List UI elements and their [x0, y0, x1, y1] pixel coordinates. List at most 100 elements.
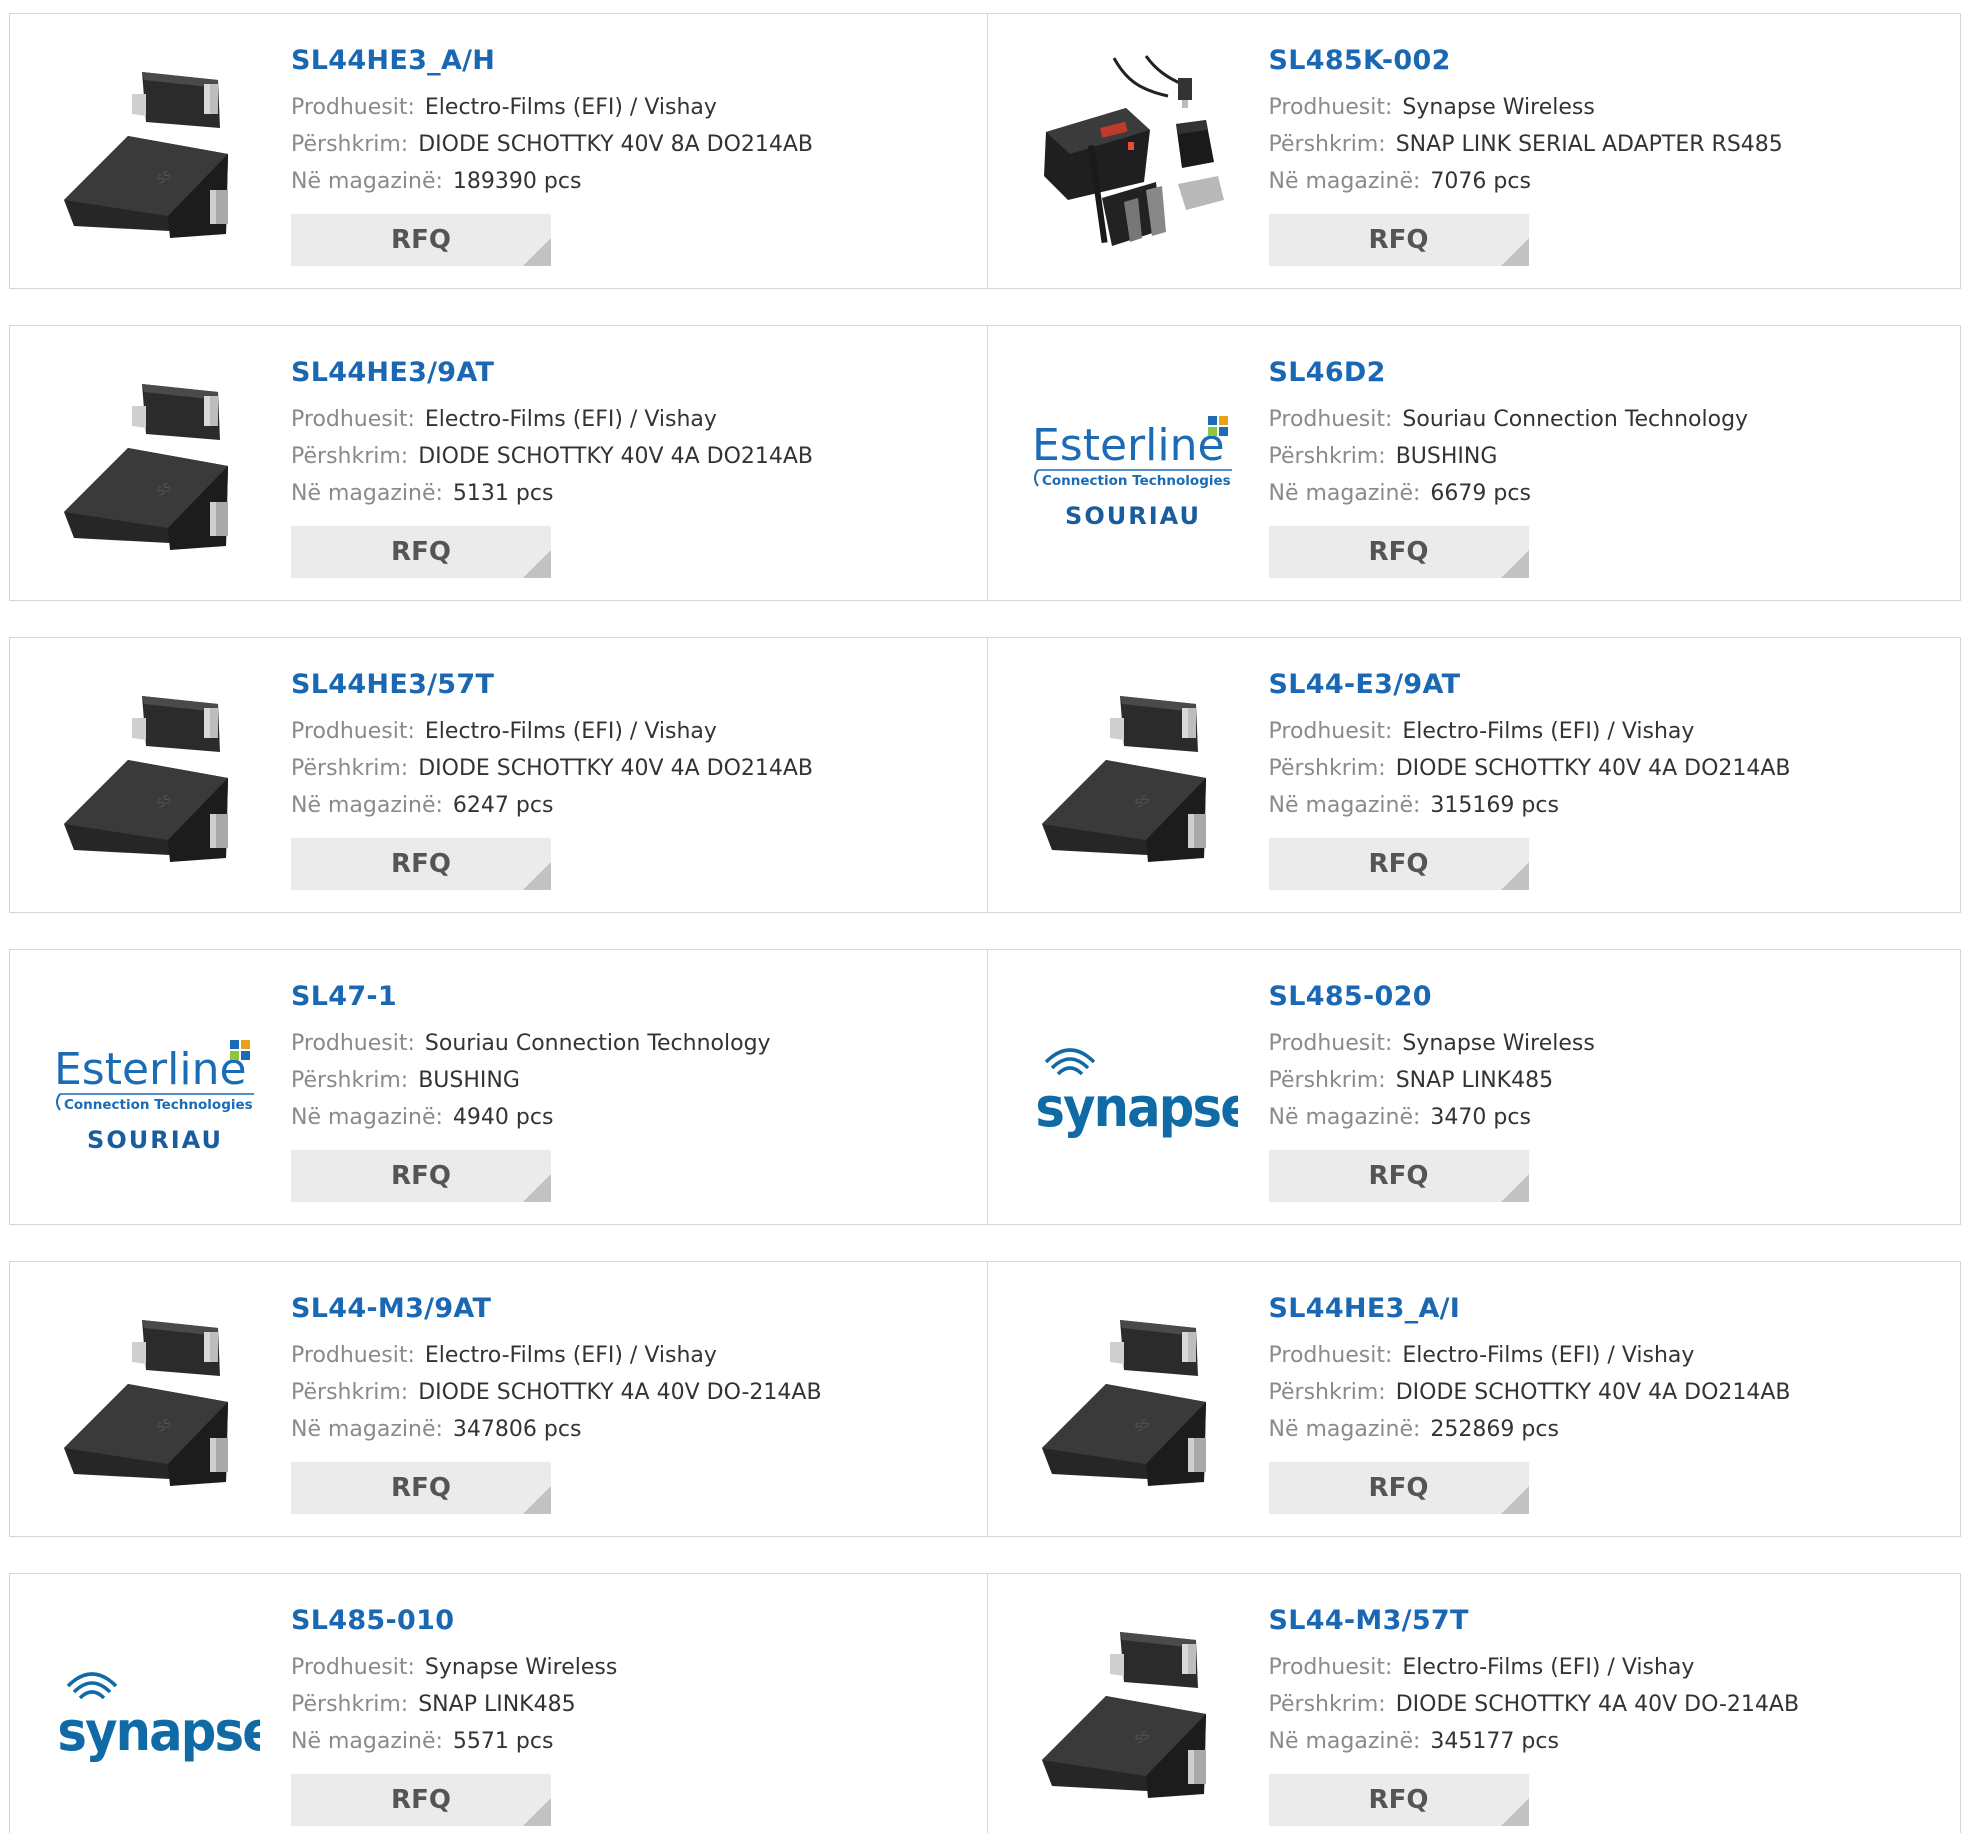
corner-triangle-icon — [523, 1486, 551, 1514]
description-value: DIODE SCHOTTKY 40V 4A DO214AB — [418, 444, 814, 469]
rfq-button[interactable]: RFQ — [1268, 1774, 1529, 1826]
rfq-button[interactable]: RFQ — [291, 1462, 551, 1514]
diode-product-image[interactable]: SS — [1028, 1298, 1238, 1508]
synapse-logo[interactable]: synapse — [50, 1610, 260, 1820]
svg-text:Connection Technologies: Connection Technologies — [64, 1097, 253, 1113]
rfq-button[interactable]: RFQ — [1268, 214, 1529, 266]
product-row: Esterline Connection Technologies SOURIA… — [9, 949, 1961, 1225]
rfq-button[interactable]: RFQ — [291, 838, 551, 890]
stock-row: Në magazinë: 345177 pcs — [1269, 1723, 1800, 1760]
part-number-link[interactable]: SL44HE3/9AT — [291, 356, 813, 390]
manufacturer-value: Synapse Wireless — [424, 1655, 618, 1680]
stock-label: Në magazinë: — [1268, 1729, 1421, 1754]
manufacturer-value: Electro-Films (EFI) / Vishay — [1402, 1343, 1695, 1368]
manufacturer-row: Prodhuesit: Souriau Connection Technology — [291, 1025, 771, 1062]
product-card: Esterline Connection Technologies SOURIA… — [9, 949, 988, 1225]
description-label: Përshkrim: — [1268, 444, 1386, 469]
part-number-link[interactable]: SL44-E3/9AT — [1269, 668, 1791, 702]
description-row: Përshkrim: DIODE SCHOTTKY 40V 4A DO214AB — [291, 750, 813, 787]
corner-triangle-icon — [1500, 1174, 1529, 1202]
product-card: synapse SL485-020 Prodhuesit: Synapse Wir… — [987, 949, 1961, 1225]
corner-triangle-icon — [523, 1798, 551, 1826]
description-label: Përshkrim: — [1268, 1068, 1386, 1093]
esterline-souriau-logo[interactable]: Esterline Connection Technologies SOURIA… — [50, 986, 260, 1196]
rfq-label: RFQ — [391, 1785, 451, 1815]
part-number-link[interactable]: SL44HE3/57T — [291, 668, 813, 702]
manufacturer-value: Souriau Connection Technology — [1402, 407, 1749, 432]
description-label: Përshkrim: — [291, 756, 409, 781]
rfq-button[interactable]: RFQ — [1268, 526, 1529, 578]
rfq-button[interactable]: RFQ — [291, 214, 551, 266]
description-row: Përshkrim: BUSHING — [291, 1062, 771, 1099]
stock-label: Në magazinë: — [1268, 793, 1421, 818]
description-value: BUSHING — [1395, 444, 1498, 469]
part-number-link[interactable]: SL485-010 — [291, 1604, 617, 1638]
part-number-link[interactable]: SL44HE3_A/H — [291, 44, 813, 78]
rfq-button[interactable]: RFQ — [291, 526, 551, 578]
description-value: DIODE SCHOTTKY 40V 4A DO214AB — [1395, 1380, 1791, 1405]
product-info: SL47-1 Prodhuesit: Souriau Connection Tec… — [291, 980, 771, 1136]
part-number-link[interactable]: SL46D2 — [1269, 356, 1749, 390]
rfq-button[interactable]: RFQ — [1268, 1150, 1529, 1202]
manufacturer-row: Prodhuesit: Synapse Wireless — [291, 1649, 617, 1686]
stock-value: 6247 pcs — [452, 793, 554, 818]
svg-text:Esterline: Esterline — [1032, 420, 1225, 471]
manufacturer-row: Prodhuesit: Electro-Films (EFI) / Vishay — [291, 89, 813, 126]
rfq-button[interactable]: RFQ — [1268, 1462, 1529, 1514]
manufacturer-value: Electro-Films (EFI) / Vishay — [424, 95, 717, 120]
product-card: SS SL44HE3/57T Prodhuesit: Electro-Films … — [9, 637, 988, 913]
stock-label: Në magazinë: — [291, 1417, 443, 1442]
manufacturer-label: Prodhuesit: — [1268, 1655, 1393, 1680]
rfq-label: RFQ — [391, 849, 451, 879]
corner-triangle-icon — [523, 1174, 551, 1202]
manufacturer-row: Prodhuesit: Electro-Films (EFI) / Vishay — [1269, 1649, 1800, 1686]
diode-product-image[interactable]: SS — [50, 362, 260, 572]
synapse-logo[interactable]: synapse — [1028, 986, 1238, 1196]
stock-label: Në magazinë: — [1268, 481, 1421, 506]
diode-product-image[interactable]: SS — [1028, 1610, 1238, 1820]
part-number-link[interactable]: SL485-020 — [1269, 980, 1595, 1014]
rfq-button[interactable]: RFQ — [1268, 838, 1529, 890]
rfq-label: RFQ — [1368, 225, 1429, 255]
description-label: Përshkrim: — [1268, 132, 1386, 157]
description-value: BUSHING — [418, 1068, 520, 1093]
diode-product-image[interactable]: SS — [50, 1298, 260, 1508]
diode-product-image[interactable]: SS — [50, 50, 260, 260]
stock-value: 4940 pcs — [452, 1105, 554, 1130]
description-row: Përshkrim: DIODE SCHOTTKY 40V 8A DO214AB — [291, 126, 813, 163]
description-value: DIODE SCHOTTKY 40V 4A DO214AB — [1395, 756, 1791, 781]
description-label: Përshkrim: — [291, 1692, 409, 1717]
stock-value: 252869 pcs — [1430, 1417, 1559, 1442]
rfq-button[interactable]: RFQ — [291, 1150, 551, 1202]
part-number-link[interactable]: SL44-M3/9AT — [291, 1292, 822, 1326]
stock-label: Në magazinë: — [291, 1105, 443, 1130]
corner-triangle-icon — [523, 238, 551, 266]
part-number-link[interactable]: SL44-M3/57T — [1269, 1604, 1800, 1638]
part-number-link[interactable]: SL44HE3_A/I — [1269, 1292, 1791, 1326]
product-info: SL485-010 Prodhuesit: Synapse Wireless Pë… — [291, 1604, 617, 1760]
product-info: SL46D2 Prodhuesit: Souriau Connection Tec… — [1269, 356, 1749, 512]
manufacturer-row: Prodhuesit: Electro-Films (EFI) / Vishay — [1269, 1337, 1791, 1374]
manufacturer-value: Electro-Films (EFI) / Vishay — [1402, 719, 1695, 744]
part-number-link[interactable]: SL485K-002 — [1269, 44, 1783, 78]
diode-product-image[interactable]: SS — [1028, 674, 1238, 884]
rfq-label: RFQ — [1368, 849, 1429, 879]
product-info: SL44-M3/9AT Prodhuesit: Electro-Films (EF… — [291, 1292, 822, 1448]
part-number-link[interactable]: SL47-1 — [291, 980, 771, 1014]
product-card: SS SL44-M3/9AT Prodhuesit: Electro-Films … — [9, 1261, 988, 1537]
manufacturer-row: Prodhuesit: Synapse Wireless — [1269, 89, 1783, 126]
manufacturer-label: Prodhuesit: — [1268, 719, 1393, 744]
description-row: Përshkrim: BUSHING — [1269, 438, 1749, 475]
esterline-souriau-logo[interactable]: Esterline Connection Technologies SOURIA… — [1028, 362, 1238, 572]
stock-row: Në magazinë: 5131 pcs — [291, 475, 813, 512]
rfq-button[interactable]: RFQ — [291, 1774, 551, 1826]
stock-row: Në magazinë: 347806 pcs — [291, 1411, 822, 1448]
product-card: SS SL44HE3_A/I Prodhuesit: Electro-Films … — [987, 1261, 1961, 1537]
diode-product-image[interactable]: SS — [50, 674, 260, 884]
description-label: Përshkrim: — [291, 444, 409, 469]
product-card: SS SL44HE3_A/H Prodhuesit: Electro-Films … — [9, 13, 988, 289]
corner-triangle-icon — [523, 550, 551, 578]
product-card: SS SL44-E3/9AT Prodhuesit: Electro-Films … — [987, 637, 1961, 913]
adapter-kit-product-image[interactable] — [1028, 50, 1238, 260]
manufacturer-label: Prodhuesit: — [291, 407, 415, 432]
